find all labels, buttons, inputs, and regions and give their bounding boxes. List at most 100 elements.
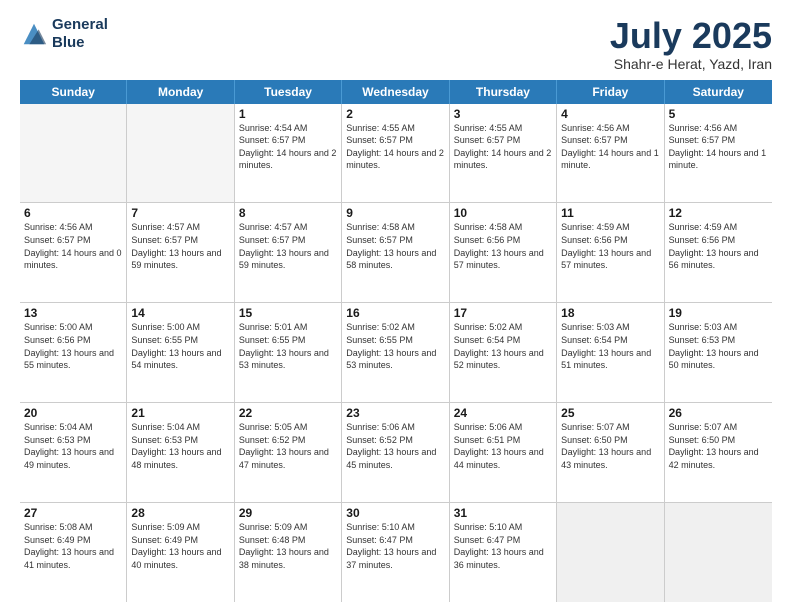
day-number: 26 xyxy=(669,406,768,420)
cell-info: Sunrise: 5:00 AM Sunset: 6:56 PM Dayligh… xyxy=(24,321,122,371)
calendar-header: SundayMondayTuesdayWednesdayThursdayFrid… xyxy=(20,80,772,104)
header-day-wednesday: Wednesday xyxy=(342,80,449,104)
week-row-5: 27Sunrise: 5:08 AM Sunset: 6:49 PM Dayli… xyxy=(20,503,772,602)
logo-text: General Blue xyxy=(52,16,108,52)
cal-cell xyxy=(20,104,127,203)
day-number: 7 xyxy=(131,206,229,220)
cal-cell: 18Sunrise: 5:03 AM Sunset: 6:54 PM Dayli… xyxy=(557,303,664,402)
cell-info: Sunrise: 4:58 AM Sunset: 6:56 PM Dayligh… xyxy=(454,221,552,271)
cell-info: Sunrise: 5:06 AM Sunset: 6:51 PM Dayligh… xyxy=(454,421,552,471)
cell-info: Sunrise: 5:09 AM Sunset: 6:49 PM Dayligh… xyxy=(131,521,229,571)
header-day-thursday: Thursday xyxy=(450,80,557,104)
day-number: 14 xyxy=(131,306,229,320)
page: General Blue July 2025 Shahr-e Herat, Ya… xyxy=(0,0,792,612)
week-row-1: 1Sunrise: 4:54 AM Sunset: 6:57 PM Daylig… xyxy=(20,104,772,204)
title-block: July 2025 Shahr-e Herat, Yazd, Iran xyxy=(610,16,772,72)
cal-cell: 29Sunrise: 5:09 AM Sunset: 6:48 PM Dayli… xyxy=(235,503,342,602)
cell-info: Sunrise: 4:55 AM Sunset: 6:57 PM Dayligh… xyxy=(454,122,552,172)
cal-cell: 15Sunrise: 5:01 AM Sunset: 6:55 PM Dayli… xyxy=(235,303,342,402)
cal-cell: 11Sunrise: 4:59 AM Sunset: 6:56 PM Dayli… xyxy=(557,203,664,302)
cal-cell: 13Sunrise: 5:00 AM Sunset: 6:56 PM Dayli… xyxy=(20,303,127,402)
day-number: 28 xyxy=(131,506,229,520)
cal-cell: 20Sunrise: 5:04 AM Sunset: 6:53 PM Dayli… xyxy=(20,403,127,502)
cell-info: Sunrise: 4:56 AM Sunset: 6:57 PM Dayligh… xyxy=(24,221,122,271)
logo-icon xyxy=(20,20,48,48)
day-number: 6 xyxy=(24,206,122,220)
cell-info: Sunrise: 4:55 AM Sunset: 6:57 PM Dayligh… xyxy=(346,122,444,172)
cell-info: Sunrise: 5:04 AM Sunset: 6:53 PM Dayligh… xyxy=(131,421,229,471)
cell-info: Sunrise: 4:58 AM Sunset: 6:57 PM Dayligh… xyxy=(346,221,444,271)
day-number: 21 xyxy=(131,406,229,420)
cal-cell xyxy=(127,104,234,203)
logo: General Blue xyxy=(20,16,108,52)
cell-info: Sunrise: 5:03 AM Sunset: 6:54 PM Dayligh… xyxy=(561,321,659,371)
header-day-monday: Monday xyxy=(127,80,234,104)
cal-cell: 28Sunrise: 5:09 AM Sunset: 6:49 PM Dayli… xyxy=(127,503,234,602)
day-number: 5 xyxy=(669,107,768,121)
cell-info: Sunrise: 5:06 AM Sunset: 6:52 PM Dayligh… xyxy=(346,421,444,471)
day-number: 24 xyxy=(454,406,552,420)
cal-cell: 26Sunrise: 5:07 AM Sunset: 6:50 PM Dayli… xyxy=(665,403,772,502)
cell-info: Sunrise: 4:57 AM Sunset: 6:57 PM Dayligh… xyxy=(131,221,229,271)
cal-cell: 14Sunrise: 5:00 AM Sunset: 6:55 PM Dayli… xyxy=(127,303,234,402)
cell-info: Sunrise: 4:56 AM Sunset: 6:57 PM Dayligh… xyxy=(561,122,659,172)
cal-cell: 22Sunrise: 5:05 AM Sunset: 6:52 PM Dayli… xyxy=(235,403,342,502)
logo-line1: General xyxy=(52,16,108,34)
header: General Blue July 2025 Shahr-e Herat, Ya… xyxy=(20,16,772,72)
cal-cell: 1Sunrise: 4:54 AM Sunset: 6:57 PM Daylig… xyxy=(235,104,342,203)
day-number: 9 xyxy=(346,206,444,220)
cal-cell: 30Sunrise: 5:10 AM Sunset: 6:47 PM Dayli… xyxy=(342,503,449,602)
cal-cell: 4Sunrise: 4:56 AM Sunset: 6:57 PM Daylig… xyxy=(557,104,664,203)
day-number: 31 xyxy=(454,506,552,520)
cell-info: Sunrise: 5:01 AM Sunset: 6:55 PM Dayligh… xyxy=(239,321,337,371)
day-number: 10 xyxy=(454,206,552,220)
day-number: 18 xyxy=(561,306,659,320)
day-number: 29 xyxy=(239,506,337,520)
cal-cell: 21Sunrise: 5:04 AM Sunset: 6:53 PM Dayli… xyxy=(127,403,234,502)
cal-cell: 31Sunrise: 5:10 AM Sunset: 6:47 PM Dayli… xyxy=(450,503,557,602)
cell-info: Sunrise: 5:07 AM Sunset: 6:50 PM Dayligh… xyxy=(669,421,768,471)
day-number: 23 xyxy=(346,406,444,420)
cal-cell: 23Sunrise: 5:06 AM Sunset: 6:52 PM Dayli… xyxy=(342,403,449,502)
cal-cell: 10Sunrise: 4:58 AM Sunset: 6:56 PM Dayli… xyxy=(450,203,557,302)
day-number: 1 xyxy=(239,107,337,121)
day-number: 16 xyxy=(346,306,444,320)
header-day-friday: Friday xyxy=(557,80,664,104)
cell-info: Sunrise: 5:02 AM Sunset: 6:55 PM Dayligh… xyxy=(346,321,444,371)
cal-cell: 6Sunrise: 4:56 AM Sunset: 6:57 PM Daylig… xyxy=(20,203,127,302)
cal-cell: 12Sunrise: 4:59 AM Sunset: 6:56 PM Dayli… xyxy=(665,203,772,302)
cal-cell: 19Sunrise: 5:03 AM Sunset: 6:53 PM Dayli… xyxy=(665,303,772,402)
cell-info: Sunrise: 4:54 AM Sunset: 6:57 PM Dayligh… xyxy=(239,122,337,172)
day-number: 22 xyxy=(239,406,337,420)
cell-info: Sunrise: 5:09 AM Sunset: 6:48 PM Dayligh… xyxy=(239,521,337,571)
cell-info: Sunrise: 4:59 AM Sunset: 6:56 PM Dayligh… xyxy=(669,221,768,271)
day-number: 20 xyxy=(24,406,122,420)
day-number: 11 xyxy=(561,206,659,220)
day-number: 30 xyxy=(346,506,444,520)
day-number: 8 xyxy=(239,206,337,220)
calendar: SundayMondayTuesdayWednesdayThursdayFrid… xyxy=(20,80,772,602)
subtitle: Shahr-e Herat, Yazd, Iran xyxy=(610,56,772,72)
cal-cell: 16Sunrise: 5:02 AM Sunset: 6:55 PM Dayli… xyxy=(342,303,449,402)
cell-info: Sunrise: 5:10 AM Sunset: 6:47 PM Dayligh… xyxy=(346,521,444,571)
header-day-saturday: Saturday xyxy=(665,80,772,104)
cal-cell xyxy=(557,503,664,602)
header-day-tuesday: Tuesday xyxy=(235,80,342,104)
cell-info: Sunrise: 5:04 AM Sunset: 6:53 PM Dayligh… xyxy=(24,421,122,471)
cal-cell: 24Sunrise: 5:06 AM Sunset: 6:51 PM Dayli… xyxy=(450,403,557,502)
cal-cell: 27Sunrise: 5:08 AM Sunset: 6:49 PM Dayli… xyxy=(20,503,127,602)
cal-cell: 5Sunrise: 4:56 AM Sunset: 6:57 PM Daylig… xyxy=(665,104,772,203)
day-number: 3 xyxy=(454,107,552,121)
cal-cell: 25Sunrise: 5:07 AM Sunset: 6:50 PM Dayli… xyxy=(557,403,664,502)
day-number: 25 xyxy=(561,406,659,420)
cell-info: Sunrise: 5:07 AM Sunset: 6:50 PM Dayligh… xyxy=(561,421,659,471)
cell-info: Sunrise: 4:57 AM Sunset: 6:57 PM Dayligh… xyxy=(239,221,337,271)
cell-info: Sunrise: 5:03 AM Sunset: 6:53 PM Dayligh… xyxy=(669,321,768,371)
cell-info: Sunrise: 5:02 AM Sunset: 6:54 PM Dayligh… xyxy=(454,321,552,371)
day-number: 17 xyxy=(454,306,552,320)
calendar-body: 1Sunrise: 4:54 AM Sunset: 6:57 PM Daylig… xyxy=(20,104,772,602)
cal-cell: 7Sunrise: 4:57 AM Sunset: 6:57 PM Daylig… xyxy=(127,203,234,302)
cell-info: Sunrise: 5:08 AM Sunset: 6:49 PM Dayligh… xyxy=(24,521,122,571)
cell-info: Sunrise: 5:10 AM Sunset: 6:47 PM Dayligh… xyxy=(454,521,552,571)
cal-cell: 9Sunrise: 4:58 AM Sunset: 6:57 PM Daylig… xyxy=(342,203,449,302)
